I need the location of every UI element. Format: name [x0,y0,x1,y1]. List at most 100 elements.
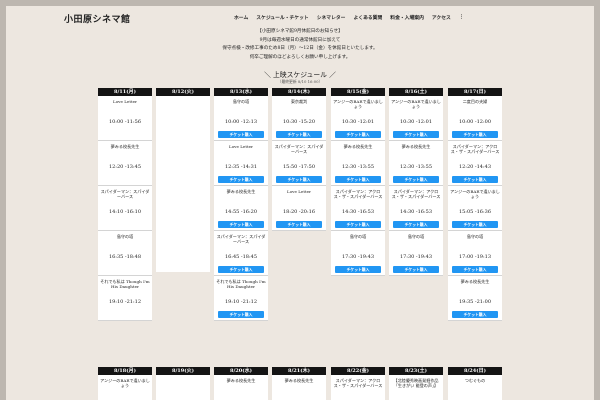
day-column: 8/11(月) Love Letter 10:00 -11:56 夢みる校長先生 12:… [98,88,152,321]
film-title: 島守の塔 [466,234,484,239]
film-title: スパイダーマン：アクロス・ザ・スパイダーバース [333,378,383,389]
buy-ticket-button[interactable]: チケット購入 [452,176,498,183]
screening-time: 12:30 -13:55 [341,164,375,170]
screening: 島守の塔 16:35 -18:48 [98,231,152,276]
buy-ticket-button[interactable]: チケット購入 [335,131,381,138]
screening-time: 10:30 -12:01 [341,119,375,125]
buy-ticket-button[interactable]: チケット購入 [276,176,322,183]
screening: Love Letter 18:20 -20:16 チケット購入 [272,186,326,231]
screening-time: 12:30 -13:55 [399,164,433,170]
notice-line: 何卒ご理解のほどよろしくお願い申し上げます。 [249,54,351,60]
buy-ticket-button[interactable]: チケット購入 [218,131,264,138]
schedule-title: ＼ 上映スケジュール ／ [264,71,336,79]
day-header: 8/22(金) [331,367,385,375]
nav-schedule[interactable]: スケジュール・チケット [256,14,308,21]
buy-ticket-button[interactable]: チケット購入 [393,221,439,228]
day-header: 8/14(木) [272,88,326,96]
buy-ticket-button[interactable]: チケット購入 [452,221,498,228]
day-header: 8/15(金) [331,88,385,96]
film-title: Love Letter [228,144,254,149]
buy-ticket-button[interactable]: チケット購入 [452,311,498,318]
nav-cinema-letter[interactable]: シネマレター [317,14,346,21]
buy-ticket-button[interactable]: チケット購入 [335,176,381,183]
nav-pricing[interactable]: 料金・入場案内 [390,14,424,21]
film-title: 東京裁判 [290,99,308,104]
film-title: スパイダーマン：スパイダーバース [274,144,324,155]
film-title: 夢みる校長先生 [226,189,256,194]
buy-ticket-button[interactable]: チケット購入 [452,131,498,138]
nav-faq[interactable]: よくある質問 [353,14,382,21]
film-title: スパイダーマン：アクロス・ザ・スパイダーバース [450,144,500,155]
site-title[interactable]: 小田原シネマ館 [64,12,131,25]
day-column: 8/23(土) 【北陸優秀映画発掘作品「生きがい 能登の声」】 [389,367,443,400]
buy-ticket-button[interactable]: チケット購入 [452,266,498,273]
day-column: 8/13(水) 島守の塔 10:00 -12:13 チケット購入 Love Letter… [214,88,268,321]
screening-time: 10:00 -12:13 [224,119,258,125]
day-body [156,375,210,400]
schedule-subtitle: （最終更新 8/10 16:00） [277,79,323,84]
day-body: アンジーのBARで逢いましょう [98,375,152,400]
buy-ticket-button[interactable]: チケット購入 [335,266,381,273]
film-title: 夢みる校長先生 [343,144,373,149]
screening-time: 19:10 -21:12 [224,299,258,305]
screening: Love Letter 12:35 -14:31 チケット購入 [214,141,268,186]
day-header: 8/24(日) [448,367,502,375]
screening: 夢みる校長先生 19:35 -21:00 チケット購入 [448,276,502,321]
film-title: 夢みる校長先生 [401,144,431,149]
film-title: 島守の塔 [116,234,134,239]
screening-time: 17:30 -19:43 [341,254,375,260]
screening-time: 19:35 -21:00 [458,299,492,305]
screening: 夢みる校長先生 12:30 -13:55 チケット購入 [389,141,443,186]
day-body: 島守の塔 10:00 -12:13 チケット購入 Love Letter 12:35 -… [214,96,268,321]
screening-time: 17:30 -19:43 [399,254,433,260]
day-body [156,96,210,272]
buy-ticket-button[interactable]: チケット購入 [393,131,439,138]
page: 小田原シネマ館 ホーム スケジュール・チケット シネマレター よくある質問 料金… [6,6,594,400]
film-title: スパイダーマン：アクロス・ザ・スパイダーバース [391,189,441,200]
screening: 夢みる校長先生 12:30 -13:55 チケット購入 [331,141,385,186]
screening: 夢みる校長先生 [272,375,326,400]
screening: つむぐもの [448,375,502,400]
buy-ticket-button[interactable]: チケット購入 [276,131,322,138]
buy-ticket-button[interactable]: チケット購入 [276,221,322,228]
screening: 二度目の夫婦 10:00 -12:00 チケット購入 [448,96,502,141]
more-menu-icon[interactable]: ⋮ [459,14,464,21]
nav-access[interactable]: アクセス [432,14,451,21]
notice-line: 9月は毎週水曜日の通常休館日に加えて [259,37,341,43]
day-column: 8/15(金) アンジーのBARで逢いましょう 10:30 -12:01 チケット購入… [331,88,385,276]
film-title: 夢みる校長先生 [110,144,140,149]
film-title: アンジーのBARで逢いましょう [450,189,500,200]
screening-time: 12:35 -14:31 [224,164,258,170]
day-body: 夢みる校長先生 [214,375,268,400]
schedule-title-text: 上映スケジュール [273,71,327,79]
buy-ticket-button[interactable]: チケット購入 [335,221,381,228]
day-body: 東京裁判 10:30 -15:20 チケット購入 スパイダーマン：スパイダーバース 15… [272,96,326,231]
screening: それでも私は Though I'm His Daughter 19:10 -21:… [214,276,268,321]
nav-home[interactable]: ホーム [234,14,248,21]
screening: 島守の塔 17:00 -19:13 チケット購入 [448,231,502,276]
buy-ticket-button[interactable]: チケット購入 [218,266,264,273]
buy-ticket-button[interactable]: チケット購入 [393,266,439,273]
buy-ticket-button[interactable]: チケット購入 [218,176,264,183]
screening: それでも私は Though I'm His Daughter 19:10 -21:… [98,276,152,321]
screening-time: 19:10 -21:12 [108,299,142,305]
buy-ticket-button[interactable]: チケット購入 [393,176,439,183]
screening-time: 10:30 -12:01 [399,119,433,125]
day-header: 8/20(水) [214,367,268,375]
buy-ticket-button[interactable]: チケット購入 [218,221,264,228]
day-column: 8/19(火) [156,367,210,400]
screening: アンジーのBARで逢いましょう 10:30 -12:01 チケット購入 [389,96,443,141]
screening: スパイダーマン：スパイダーバース 15:50 -17:50 チケット購入 [272,141,326,186]
day-body: 【北陸優秀映画発掘作品「生きがい 能登の声」】 [389,375,443,400]
screening: スパイダーマン：アクロス・ザ・スパイダーバース 12:20 -14:43 チケット購… [448,141,502,186]
day-header: 8/23(土) [389,367,443,375]
film-title: Love Letter [112,99,138,104]
film-title: 島守の塔 [349,234,367,239]
day-body: アンジーのBARで逢いましょう 10:30 -12:01 チケット購入 夢みる校長先生… [331,96,385,276]
screening-time: 15:50 -17:50 [282,164,316,170]
screening: 夢みる校長先生 12:20 -13:45 [98,141,152,186]
buy-ticket-button[interactable]: チケット購入 [218,311,264,318]
notice: 【小田原シネマ館9月休館日のお知らせ】 9月は毎週水曜日の通常休館日に加えて 保… [6,28,594,62]
screening: 島守の塔 10:00 -12:13 チケット購入 [214,96,268,141]
screening: Love Letter 10:00 -11:56 [98,96,152,141]
